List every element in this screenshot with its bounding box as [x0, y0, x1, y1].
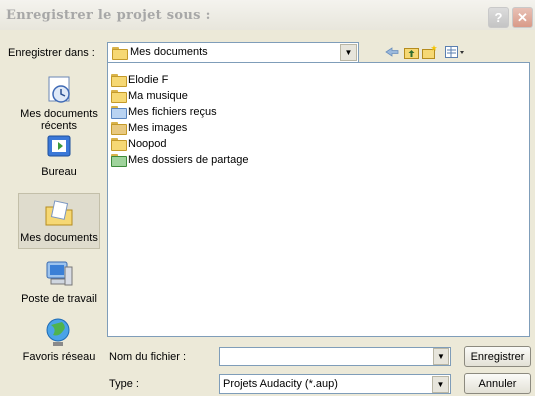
save-button[interactable]: Enregistrer [464, 346, 531, 367]
place-recent-documents[interactable]: Mes documents récents [18, 74, 100, 132]
list-item-label: Mes dossiers de partage [128, 154, 249, 166]
places-bar: Mes documents récents Bureau Mes documen… [18, 66, 100, 372]
help-button[interactable]: ? [488, 7, 509, 28]
place-my-computer[interactable]: Poste de travail [18, 259, 100, 305]
filetype-label: Type : [109, 378, 139, 390]
list-item[interactable]: Mes dossiers de partage [111, 153, 248, 167]
list-item[interactable]: Mes fichiers reçus [111, 105, 217, 119]
place-label-my-documents: Mes documents [20, 232, 98, 244]
place-desktop[interactable]: Bureau [18, 132, 100, 178]
up-folder-icon[interactable] [403, 44, 419, 60]
chevron-down-icon[interactable]: ▼ [340, 44, 357, 61]
list-item[interactable]: Elodie F [111, 73, 168, 87]
back-arrow-icon[interactable] [384, 44, 400, 60]
save-in-value: Mes documents [130, 46, 208, 58]
recent-documents-icon [43, 74, 75, 106]
new-folder-icon[interactable] [422, 44, 438, 60]
folder-icon [111, 138, 127, 151]
save-in-dropdown[interactable]: Mes documents ▼ [107, 42, 359, 63]
file-list[interactable]: Elodie F Ma musique Mes fichiers reçus M… [107, 62, 530, 337]
filename-field[interactable]: ▼ [219, 347, 451, 366]
received-files-folder-icon [111, 106, 127, 119]
chevron-down-icon[interactable]: ▼ [433, 348, 449, 365]
place-network[interactable]: Favoris réseau [18, 317, 100, 363]
my-documents-small-icon [112, 47, 128, 60]
shared-folder-icon [111, 154, 127, 167]
filename-label: Nom du fichier : [109, 351, 187, 363]
music-folder-icon [111, 90, 127, 103]
list-item-label: Ma musique [128, 90, 188, 102]
place-label-desktop: Bureau [41, 166, 77, 178]
list-item-label: Mes images [128, 122, 188, 134]
desktop-icon [43, 132, 75, 164]
chevron-down-icon[interactable]: ▼ [432, 376, 449, 393]
list-item[interactable]: Mes images [111, 121, 187, 135]
place-label-recent: Mes documents récents [20, 108, 98, 132]
folder-icon [111, 74, 127, 87]
cancel-button[interactable]: Annuler [464, 373, 531, 394]
my-documents-icon [43, 198, 75, 230]
place-my-documents[interactable]: Mes documents [18, 193, 100, 249]
my-computer-icon [43, 259, 75, 291]
list-item-label: Elodie F [128, 74, 169, 86]
close-button[interactable]: ✕ [512, 7, 533, 28]
filetype-dropdown[interactable]: Projets Audacity (*.aup) ▼ [219, 374, 451, 394]
place-label-my-computer: Poste de travail [21, 293, 97, 305]
pictures-folder-icon [111, 122, 127, 135]
place-label-network: Favoris réseau [22, 351, 96, 363]
network-places-icon [43, 317, 75, 349]
filename-input[interactable] [220, 348, 432, 365]
list-item[interactable]: Noopod [111, 137, 167, 151]
window-title: Enregistrer le projet sous : [6, 8, 211, 23]
list-item-label: Mes fichiers reçus [128, 106, 217, 118]
title-bar: Enregistrer le projet sous : ? ✕ [0, 0, 535, 30]
views-menu-icon[interactable] [445, 44, 465, 60]
list-item-label: Noopod [128, 138, 167, 150]
list-item[interactable]: Ma musique [111, 89, 188, 103]
filetype-value: Projets Audacity (*.aup) [223, 378, 338, 390]
save-in-label: Enregistrer dans : [8, 47, 95, 59]
